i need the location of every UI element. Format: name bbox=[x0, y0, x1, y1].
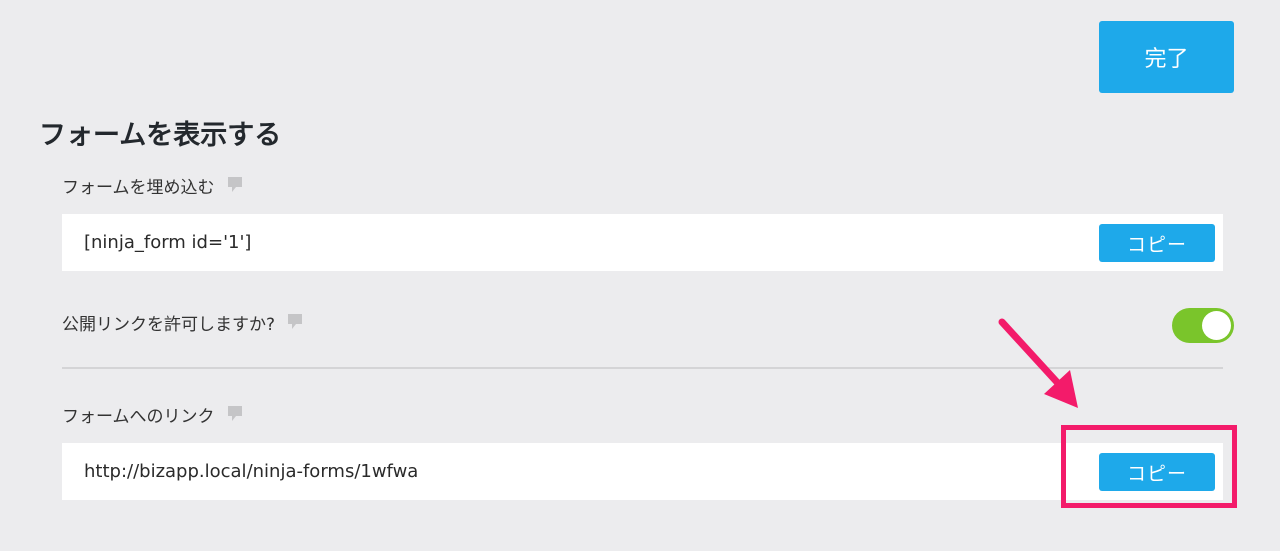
form-link-value: http://bizapp.local/ninja-forms/1wfwa bbox=[84, 461, 419, 482]
page-title: フォームを表示する bbox=[39, 120, 282, 151]
public-link-toggle[interactable] bbox=[1172, 308, 1234, 343]
pink-arrow-icon bbox=[998, 318, 1078, 408]
embed-form-label: フォームを埋め込む bbox=[62, 178, 215, 198]
annotation-highlight-box bbox=[1061, 425, 1237, 508]
help-comment-icon[interactable] bbox=[227, 176, 243, 194]
form-link-label: フォームへのリンク bbox=[62, 407, 215, 427]
embed-form-label-row: フォームを埋め込む bbox=[62, 176, 243, 200]
help-comment-icon[interactable] bbox=[287, 313, 303, 331]
toggle-knob bbox=[1202, 311, 1231, 340]
public-link-label-row: 公開リンクを許可しますか? bbox=[62, 313, 303, 337]
embed-shortcode-value: [ninja_form id='1'] bbox=[84, 232, 252, 253]
done-button[interactable]: 完了 bbox=[1099, 21, 1234, 93]
embed-shortcode-field[interactable]: [ninja_form id='1'] コピー bbox=[62, 214, 1223, 271]
form-link-label-row: フォームへのリンク bbox=[62, 405, 243, 429]
form-link-field[interactable]: http://bizapp.local/ninja-forms/1wfwa コピ… bbox=[62, 443, 1223, 500]
copy-shortcode-button[interactable]: コピー bbox=[1099, 224, 1215, 262]
public-link-label: 公開リンクを許可しますか? bbox=[62, 315, 276, 335]
help-comment-icon[interactable] bbox=[227, 405, 243, 423]
